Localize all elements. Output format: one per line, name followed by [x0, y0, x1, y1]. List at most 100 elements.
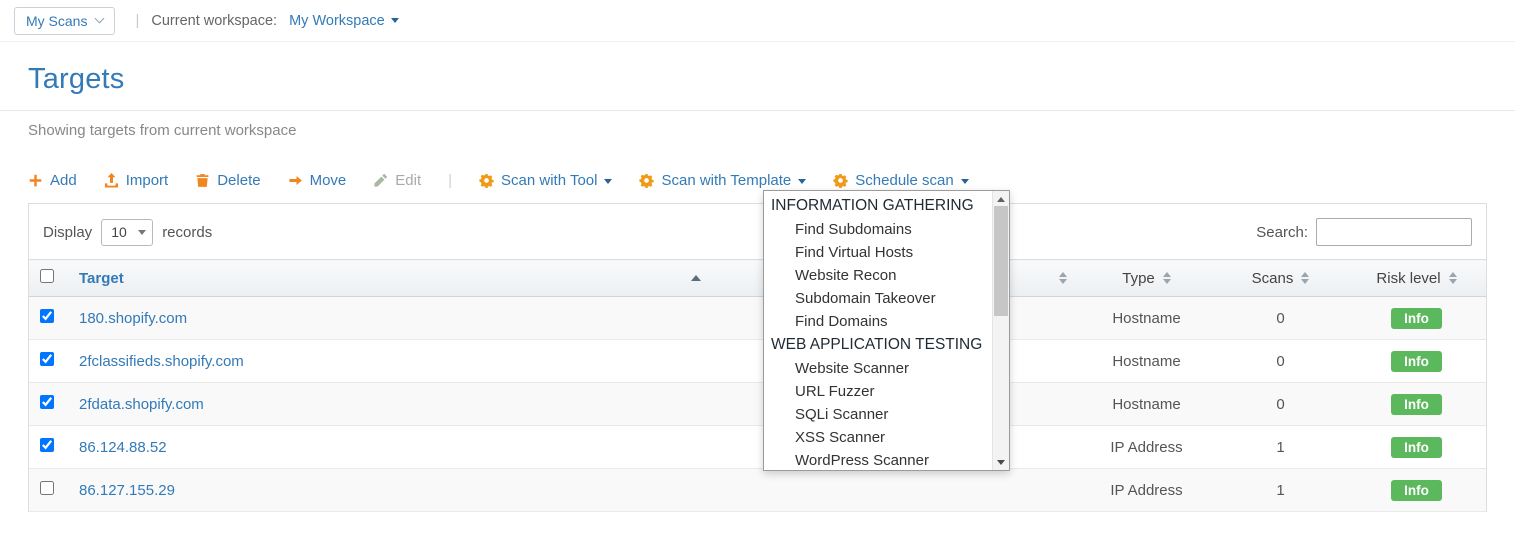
risk-badge: Info	[1391, 480, 1442, 501]
target-cell: 180.shopify.com	[65, 297, 711, 340]
scans-cell: 0	[1214, 340, 1347, 383]
menu-item[interactable]: URL Fuzzer	[764, 380, 992, 403]
schedule-scan-button[interactable]: Schedule scan	[833, 172, 968, 189]
scans-cell: 0	[1214, 297, 1347, 340]
caret-down-icon	[604, 179, 612, 188]
row-checkbox[interactable]	[40, 309, 54, 323]
type-header-label: Type	[1122, 270, 1155, 287]
menu-item[interactable]: Subdomain Takeover	[764, 287, 992, 310]
sort-both-icon	[1059, 268, 1067, 288]
add-button[interactable]: Add	[28, 172, 77, 189]
divider	[0, 110, 1515, 111]
target-link[interactable]: 180.shopify.com	[79, 310, 187, 327]
trash-icon	[195, 173, 210, 188]
select-all-checkbox[interactable]	[40, 269, 54, 283]
caret-down-icon	[391, 18, 399, 27]
target-cell: 86.124.88.52	[65, 426, 711, 469]
move-button[interactable]: Move	[288, 172, 347, 189]
search-label: Search:	[1256, 224, 1308, 241]
menu-group-header: WEB APPLICATION TESTING	[764, 333, 992, 357]
table-row: 2fdata.shopify.com Hostname 0 Info	[29, 383, 1486, 426]
move-label: Move	[310, 172, 347, 189]
table-controls: Display 10 records Search:	[29, 204, 1486, 259]
menu-scrollbar[interactable]	[992, 191, 1009, 470]
gear-icon	[833, 173, 848, 188]
caret-down-icon	[961, 179, 969, 188]
menu-item[interactable]: Find Virtual Hosts	[764, 241, 992, 264]
target-column-header[interactable]: Target	[65, 260, 711, 297]
import-label: Import	[126, 172, 169, 189]
menu-group-header: INFORMATION GATHERING	[764, 194, 992, 218]
scrollbar-thumb[interactable]	[994, 206, 1008, 316]
topbar-separator: |	[135, 12, 139, 29]
table-row: 86.124.88.52 IP Address 1 Info	[29, 426, 1486, 469]
scan-tools-menu-list: INFORMATION GATHERINGFind SubdomainsFind…	[764, 191, 992, 470]
menu-item[interactable]: XSS Scanner	[764, 426, 992, 449]
target-link[interactable]: 2fclassifieds.shopify.com	[79, 353, 244, 370]
target-link[interactable]: 86.127.155.29	[79, 482, 175, 499]
sort-both-icon	[1449, 268, 1457, 288]
plus-icon	[28, 173, 43, 188]
schedule-scan-label: Schedule scan	[855, 172, 953, 189]
scans-cell: 1	[1214, 469, 1347, 512]
page-size-select[interactable]: 10	[101, 219, 153, 246]
risk-column-header[interactable]: Risk level	[1347, 260, 1486, 297]
edit-button[interactable]: Edit	[373, 172, 421, 189]
records-label: records	[162, 224, 212, 241]
menu-item[interactable]: Website Scanner	[764, 357, 992, 380]
my-scans-button[interactable]: My Scans	[14, 7, 115, 35]
select-all-header	[29, 260, 65, 297]
target-header-label: Target	[79, 270, 124, 287]
page-size-value: 10	[111, 224, 127, 240]
type-cell: IP Address	[1079, 469, 1214, 512]
scan-with-tool-button[interactable]: Scan with Tool	[479, 172, 612, 189]
gear-icon	[639, 173, 654, 188]
scroll-up-arrow-icon[interactable]	[993, 191, 1009, 206]
target-cell: 2fclassifieds.shopify.com	[65, 340, 711, 383]
scan-with-template-button[interactable]: Scan with Template	[639, 172, 806, 189]
sort-both-icon	[1163, 268, 1171, 288]
menu-item[interactable]: Find Domains	[764, 310, 992, 333]
risk-badge: Info	[1391, 437, 1442, 458]
row-checkbox-cell	[29, 340, 65, 383]
risk-cell: Info	[1347, 383, 1486, 426]
target-link[interactable]: 86.124.88.52	[79, 439, 167, 456]
delete-label: Delete	[217, 172, 260, 189]
menu-item[interactable]: Website Recon	[764, 264, 992, 287]
scan-with-template-label: Scan with Template	[661, 172, 791, 189]
table-row: 86.127.155.29 IP Address 1 Info	[29, 469, 1486, 512]
targets-table-body: 180.shopify.com Hostname 0 Info 2fclassi…	[29, 297, 1486, 512]
risk-badge: Info	[1391, 394, 1442, 415]
menu-item[interactable]: Find Subdomains	[764, 218, 992, 241]
type-cell: IP Address	[1079, 426, 1214, 469]
target-link[interactable]: 2fdata.shopify.com	[79, 396, 204, 413]
page-subtitle: Showing targets from current workspace	[28, 122, 1487, 139]
delete-button[interactable]: Delete	[195, 172, 260, 189]
scans-column-header[interactable]: Scans	[1214, 260, 1347, 297]
upload-icon	[104, 173, 119, 188]
sort-both-icon	[1301, 268, 1309, 288]
edit-label: Edit	[395, 172, 421, 189]
import-button[interactable]: Import	[104, 172, 169, 189]
row-checkbox[interactable]	[40, 438, 54, 452]
sort-asc-icon	[691, 270, 701, 281]
type-column-header[interactable]: Type	[1079, 260, 1214, 297]
scroll-down-arrow-icon[interactable]	[993, 455, 1009, 470]
table-row: 180.shopify.com Hostname 0 Info	[29, 297, 1486, 340]
menu-item[interactable]: SQLi Scanner	[764, 403, 992, 426]
row-checkbox[interactable]	[40, 352, 54, 366]
target-cell: 86.127.155.29	[65, 469, 711, 512]
workspace-selector[interactable]: My Workspace	[289, 13, 399, 29]
search-input[interactable]	[1316, 218, 1472, 246]
scans-header-label: Scans	[1252, 270, 1294, 287]
row-checkbox-cell	[29, 297, 65, 340]
row-checkbox-cell	[29, 426, 65, 469]
row-checkbox[interactable]	[40, 395, 54, 409]
table-row: 2fclassifieds.shopify.com Hostname 0 Inf…	[29, 340, 1486, 383]
row-checkbox[interactable]	[40, 481, 54, 495]
risk-cell: Info	[1347, 340, 1486, 383]
risk-header-label: Risk level	[1376, 270, 1440, 287]
risk-badge: Info	[1391, 308, 1442, 329]
scans-cell: 1	[1214, 426, 1347, 469]
menu-item[interactable]: WordPress Scanner	[764, 449, 992, 470]
